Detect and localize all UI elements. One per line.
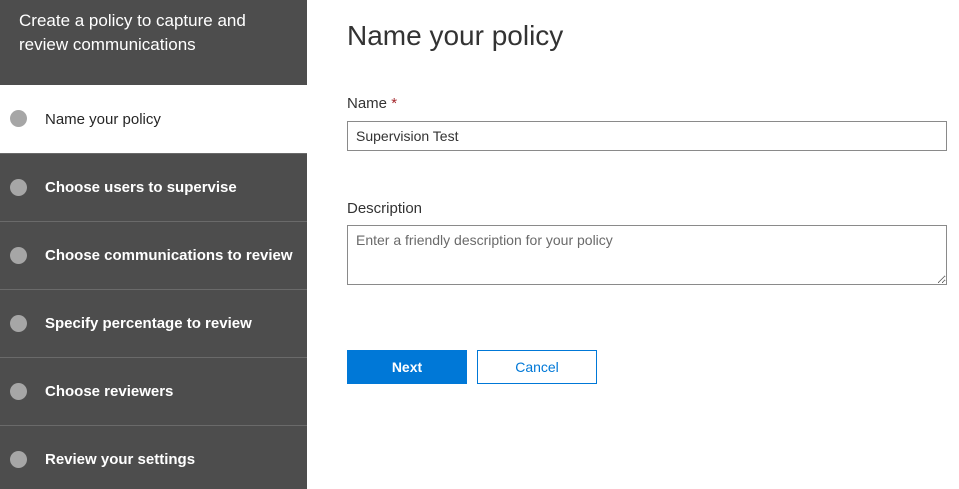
step-indicator-icon xyxy=(10,246,27,264)
step-specify-percentage[interactable]: Specify percentage to review xyxy=(0,289,307,357)
step-label: Choose users to supervise xyxy=(45,179,237,196)
step-indicator-icon xyxy=(10,178,27,196)
page-title: Name your policy xyxy=(347,20,564,51)
next-button[interactable]: Next xyxy=(347,350,467,384)
step-indicator-icon xyxy=(10,450,27,468)
cancel-button[interactable]: Cancel xyxy=(477,350,597,384)
step-name-your-policy[interactable]: Name your policy xyxy=(0,85,307,153)
step-choose-users[interactable]: Choose users to supervise xyxy=(0,153,307,221)
step-label: Name your policy xyxy=(45,110,161,128)
policy-wizard: Create a policy to capture and review co… xyxy=(0,0,959,489)
step-review-settings[interactable]: Review your settings xyxy=(0,425,307,489)
required-marker: * xyxy=(391,95,398,112)
step-label: Choose communications to review xyxy=(45,247,293,264)
step-choose-reviewers[interactable]: Choose reviewers xyxy=(0,357,307,425)
step-label: Choose reviewers xyxy=(45,383,174,400)
policy-name-input[interactable] xyxy=(347,121,947,151)
step-label: Review your settings xyxy=(45,451,196,468)
policy-description-input[interactable] xyxy=(347,225,947,285)
wizard-sidebar: Create a policy to capture and review co… xyxy=(0,0,307,489)
name-field-label: Name * xyxy=(347,95,397,112)
step-choose-communications[interactable]: Choose communications to review xyxy=(0,221,307,289)
name-label-text: Name xyxy=(347,95,388,112)
step-indicator-icon xyxy=(10,314,27,332)
step-label: Specify percentage to review xyxy=(45,315,252,332)
step-indicator-icon xyxy=(10,110,27,127)
description-field-label: Description xyxy=(347,200,423,217)
step-indicator-icon xyxy=(10,382,27,400)
wizard-header: Create a policy to capture and review co… xyxy=(19,11,246,54)
